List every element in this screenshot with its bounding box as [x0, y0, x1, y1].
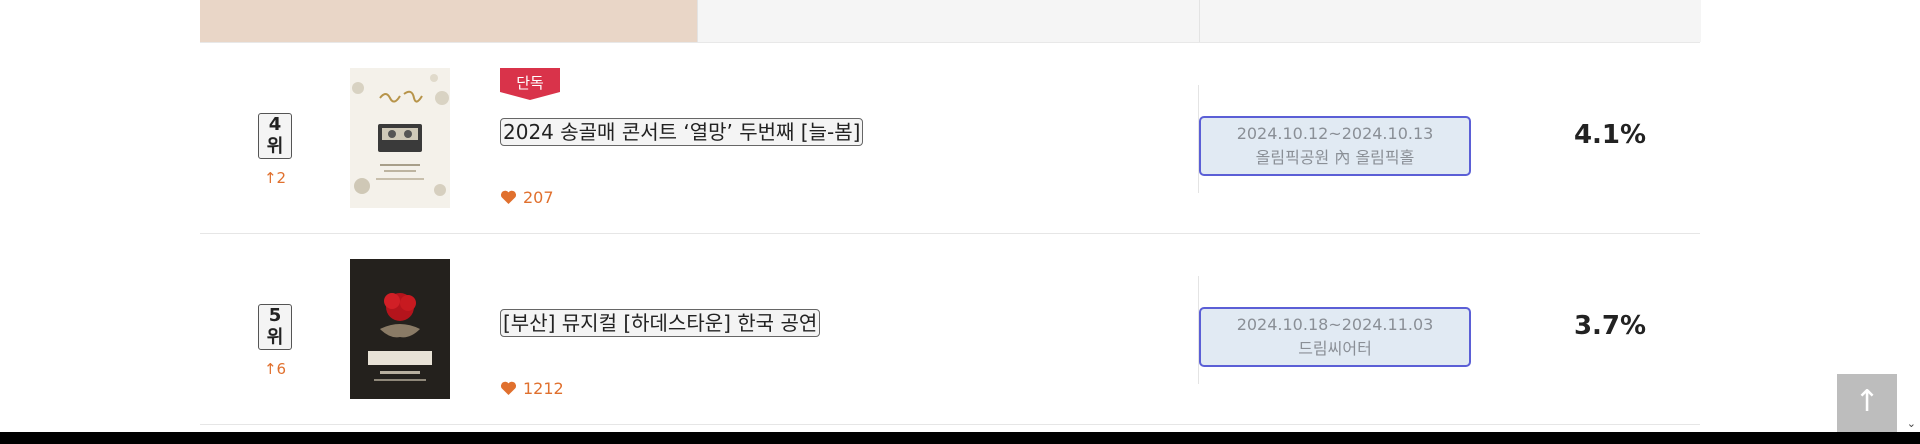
- poster-image[interactable]: [350, 68, 450, 208]
- heart-icon: [500, 381, 517, 395]
- heart-icon: [500, 190, 517, 204]
- poster-image[interactable]: [350, 259, 450, 399]
- performance-dates: 2024.10.12~2024.10.13: [1236, 124, 1434, 143]
- like-count-value: 207: [523, 188, 554, 207]
- performance-title-link[interactable]: 2024 송골매 콘서트 ‘열망’ 두번째 [늘-봄]: [500, 118, 864, 146]
- performance-title-link[interactable]: [부산] 뮤지컬 [하데스타운] 한국 공연: [500, 309, 821, 337]
- page-viewport: 4위 ↑2 단독 2024 송골매 콘서트 ‘열망’ 두번째 [늘-봄] 207…: [0, 0, 1897, 432]
- performance-venue: 올림픽공원 內 올림픽홀: [1255, 148, 1415, 167]
- previous-row-cell: [1199, 0, 1701, 42]
- rank-cell: 4위 ↑2: [258, 113, 292, 187]
- taskbar: [0, 432, 1920, 444]
- schedule-venue-box[interactable]: 2024.10.18~2024.11.03 드림씨어터: [1199, 307, 1471, 367]
- schedule-venue-box[interactable]: 2024.10.12~2024.10.13 올림픽공원 內 올림픽홀: [1199, 116, 1471, 176]
- previous-row-strip: [200, 0, 1701, 43]
- scrollbar[interactable]: ⌄: [1897, 0, 1920, 432]
- performance-venue: 드림씨어터: [1298, 339, 1372, 358]
- like-count[interactable]: 207: [500, 188, 554, 207]
- exclusive-badge: 단독: [500, 68, 560, 100]
- rank-change: ↑2: [263, 169, 287, 187]
- performance-dates: 2024.10.18~2024.11.03: [1236, 315, 1434, 334]
- booking-share: 4.1%: [1573, 120, 1647, 150]
- rank-label: 4위: [258, 113, 292, 159]
- previous-poster-area: [200, 0, 697, 42]
- ranking-row[interactable]: 5위 ↑6 [부산] 뮤지컬 [하데스타운] 한국 공연 1212 2024.1…: [200, 234, 1700, 425]
- previous-row-cell: [697, 0, 1200, 42]
- rank-change: ↑6: [263, 360, 287, 378]
- ranking-row[interactable]: 4위 ↑2 단독 2024 송골매 콘서트 ‘열망’ 두번째 [늘-봄] 207…: [200, 43, 1700, 234]
- like-count-value: 1212: [523, 379, 564, 398]
- scroll-down-arrow-icon[interactable]: ⌄: [1907, 417, 1916, 430]
- booking-share: 3.7%: [1573, 311, 1647, 341]
- like-count[interactable]: 1212: [500, 379, 564, 398]
- rank-label: 5위: [258, 304, 292, 350]
- rank-cell: 5위 ↑6: [258, 304, 292, 378]
- scroll-to-top-button[interactable]: ↑: [1837, 374, 1897, 432]
